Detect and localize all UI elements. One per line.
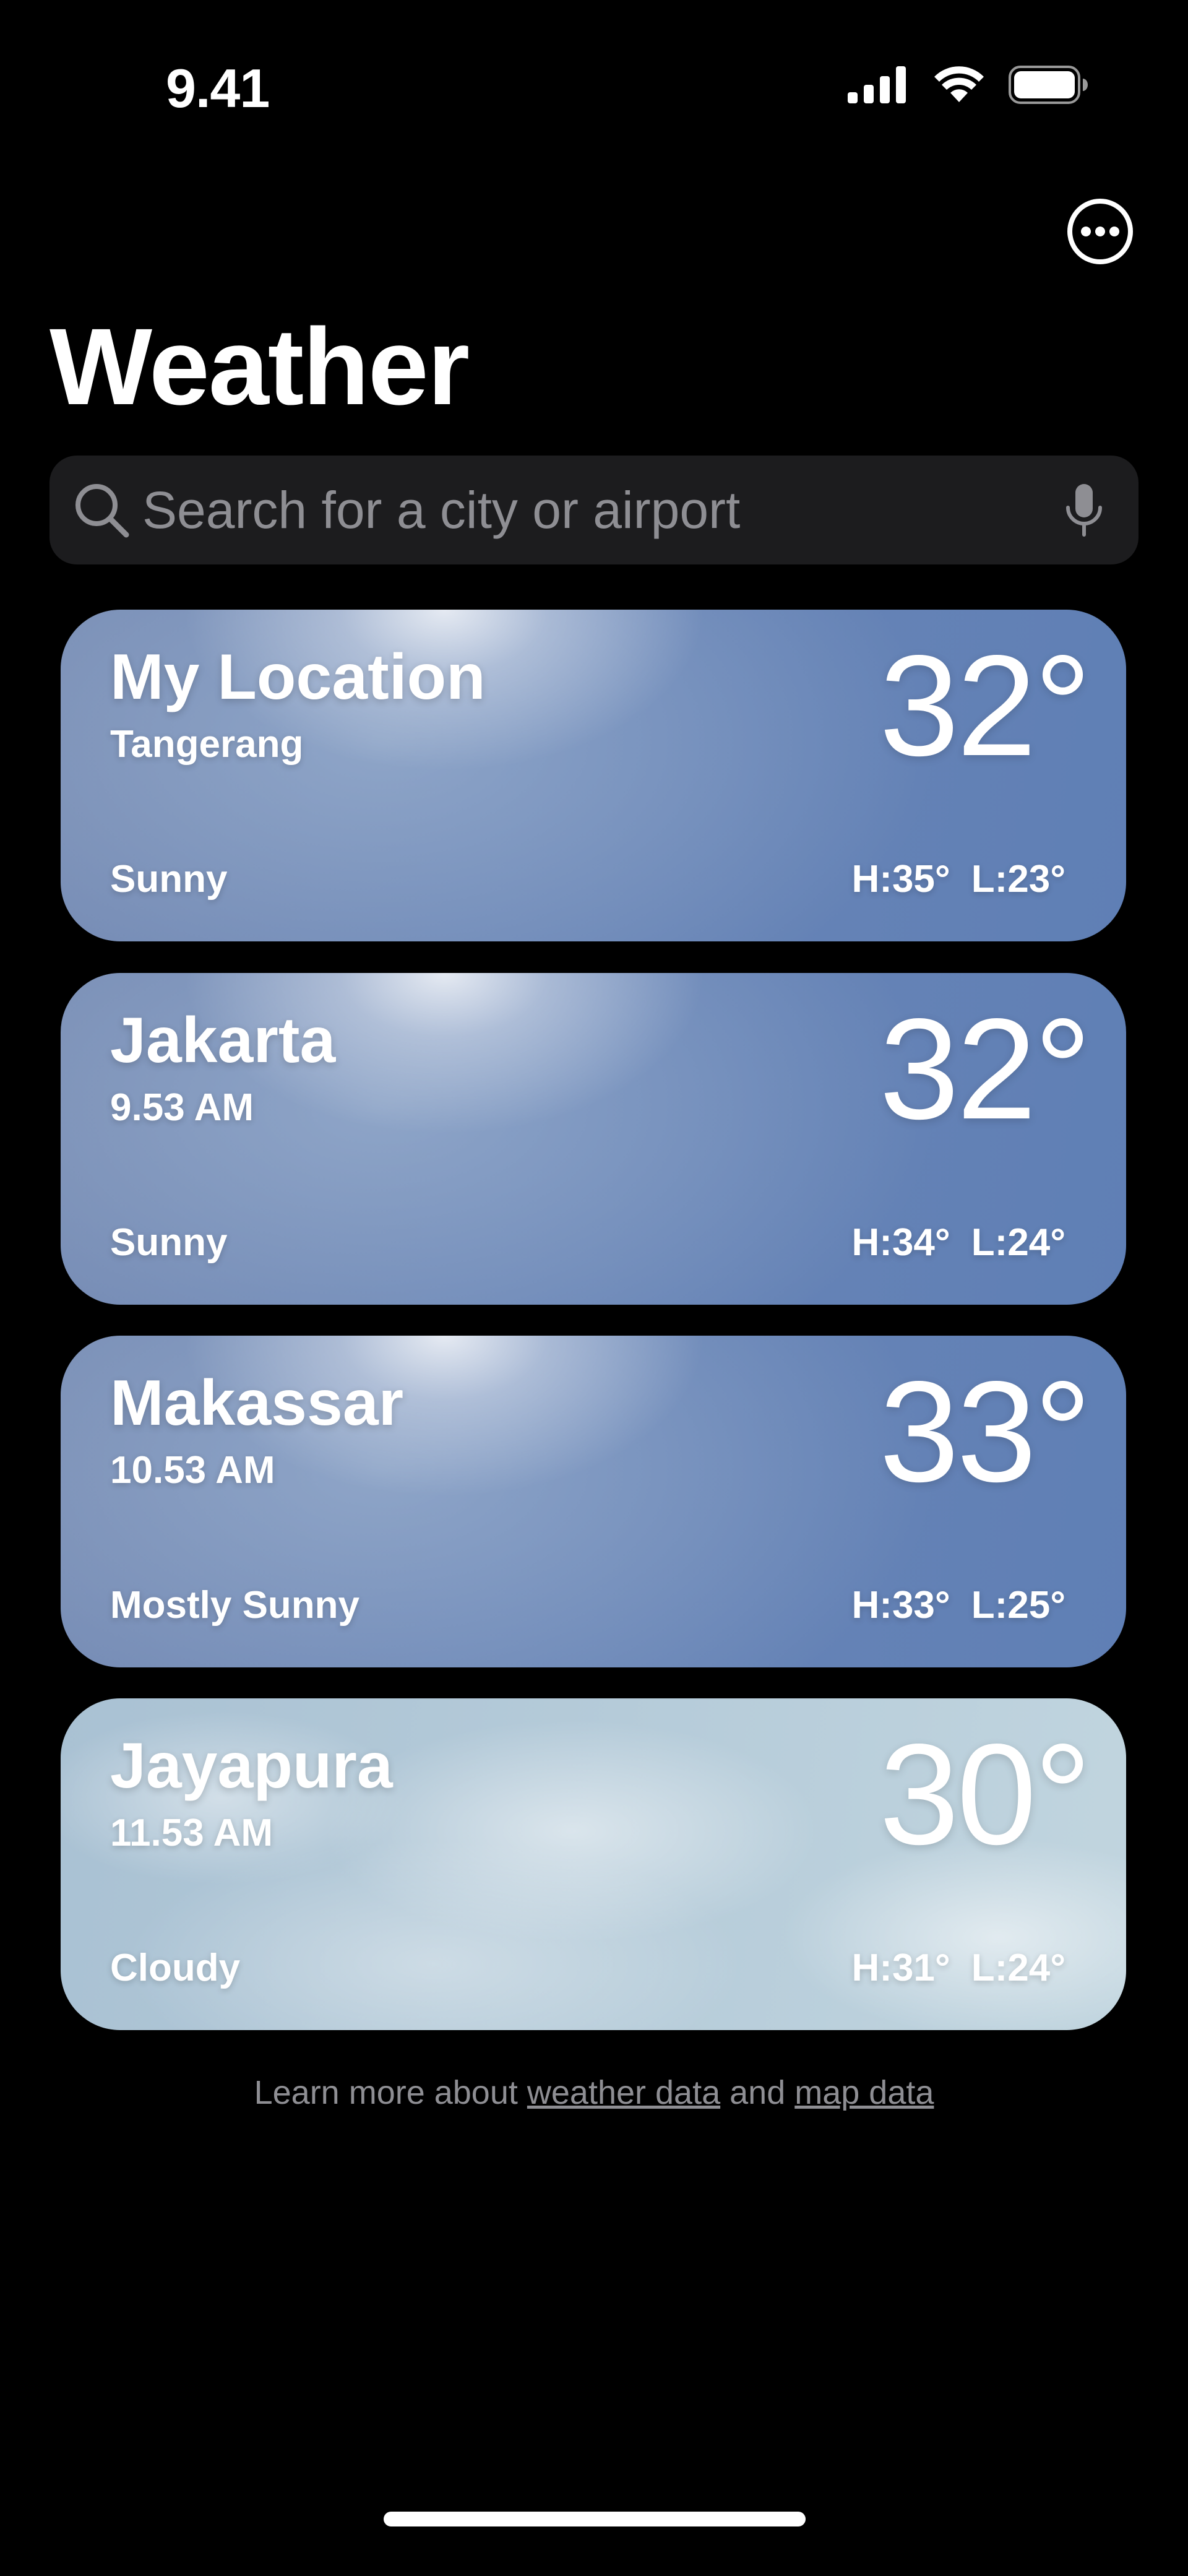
current-temperature: 32°: [879, 989, 1091, 1149]
ellipsis-circle-icon: [1067, 199, 1133, 264]
high-low-temperature: H:34° L:24°: [852, 1221, 1065, 1264]
low-temperature: L:25°: [971, 1584, 1065, 1627]
current-temperature: 30°: [879, 1714, 1091, 1875]
location-subtitle: Tangerang: [110, 723, 304, 766]
footer-note: Learn more about weather data and map da…: [0, 2073, 1188, 2112]
high-temperature: H:35°: [851, 858, 950, 901]
location-local-time: 10.53 AM: [110, 1449, 275, 1492]
location-name: Jayapura: [110, 1730, 393, 1802]
location-card-my-location[interactable]: My Location Tangerang 32° Sunny H:35° L:2…: [61, 610, 1126, 941]
search-input[interactable]: [142, 456, 1009, 564]
location-name: My Location: [110, 641, 486, 713]
footer-prefix: Learn more about: [254, 2074, 518, 2111]
home-indicator[interactable]: [384, 2512, 806, 2526]
low-temperature: L:23°: [971, 858, 1065, 901]
high-temperature: H:34°: [851, 1221, 950, 1264]
low-temperature: L:24°: [971, 1221, 1065, 1264]
footer-conjunction: and: [730, 2074, 786, 2111]
current-temperature: 32°: [879, 626, 1091, 786]
location-card-makassar[interactable]: Makassar 10.53 AM 33° Mostly Sunny H:33°…: [61, 1336, 1126, 1667]
search-bar[interactable]: [50, 456, 1138, 564]
location-local-time: 9.53 AM: [110, 1086, 254, 1129]
cellular-signal-icon: [848, 66, 906, 103]
weather-condition: Sunny: [110, 858, 228, 901]
more-options-button[interactable]: [1065, 197, 1135, 266]
location-local-time: 11.53 AM: [110, 1812, 273, 1854]
current-temperature: 33°: [879, 1352, 1091, 1512]
high-low-temperature: H:35° L:23°: [852, 857, 1065, 901]
high-temperature: H:33°: [851, 1584, 950, 1627]
weather-condition: Cloudy: [110, 1947, 241, 1989]
search-icon: [75, 484, 129, 538]
high-temperature: H:31°: [851, 1947, 950, 1989]
page-title: Weather: [50, 306, 470, 428]
mic-icon[interactable]: [1054, 480, 1114, 540]
high-low-temperature: H:33° L:25°: [852, 1583, 1065, 1627]
wifi-icon: [934, 66, 984, 102]
low-temperature: L:24°: [971, 1947, 1065, 1989]
weather-data-link[interactable]: weather data: [527, 2074, 720, 2111]
location-card-jayapura[interactable]: Jayapura 11.53 AM 30° Cloudy H:31° L:24°: [61, 1698, 1126, 2030]
location-name: Jakarta: [110, 1005, 336, 1076]
map-data-link[interactable]: map data: [794, 2074, 934, 2111]
high-low-temperature: H:31° L:24°: [852, 1946, 1065, 1990]
weather-condition: Mostly Sunny: [110, 1584, 360, 1627]
weather-condition: Sunny: [110, 1221, 228, 1264]
status-icons: [848, 66, 1089, 104]
location-card-jakarta[interactable]: Jakarta 9.53 AM 32° Sunny H:34° L:24°: [61, 973, 1126, 1305]
battery-icon: [1009, 66, 1088, 104]
status-bar: 9.41: [0, 0, 1188, 173]
location-name: Makassar: [110, 1367, 404, 1439]
status-time: 9.41: [166, 58, 270, 119]
